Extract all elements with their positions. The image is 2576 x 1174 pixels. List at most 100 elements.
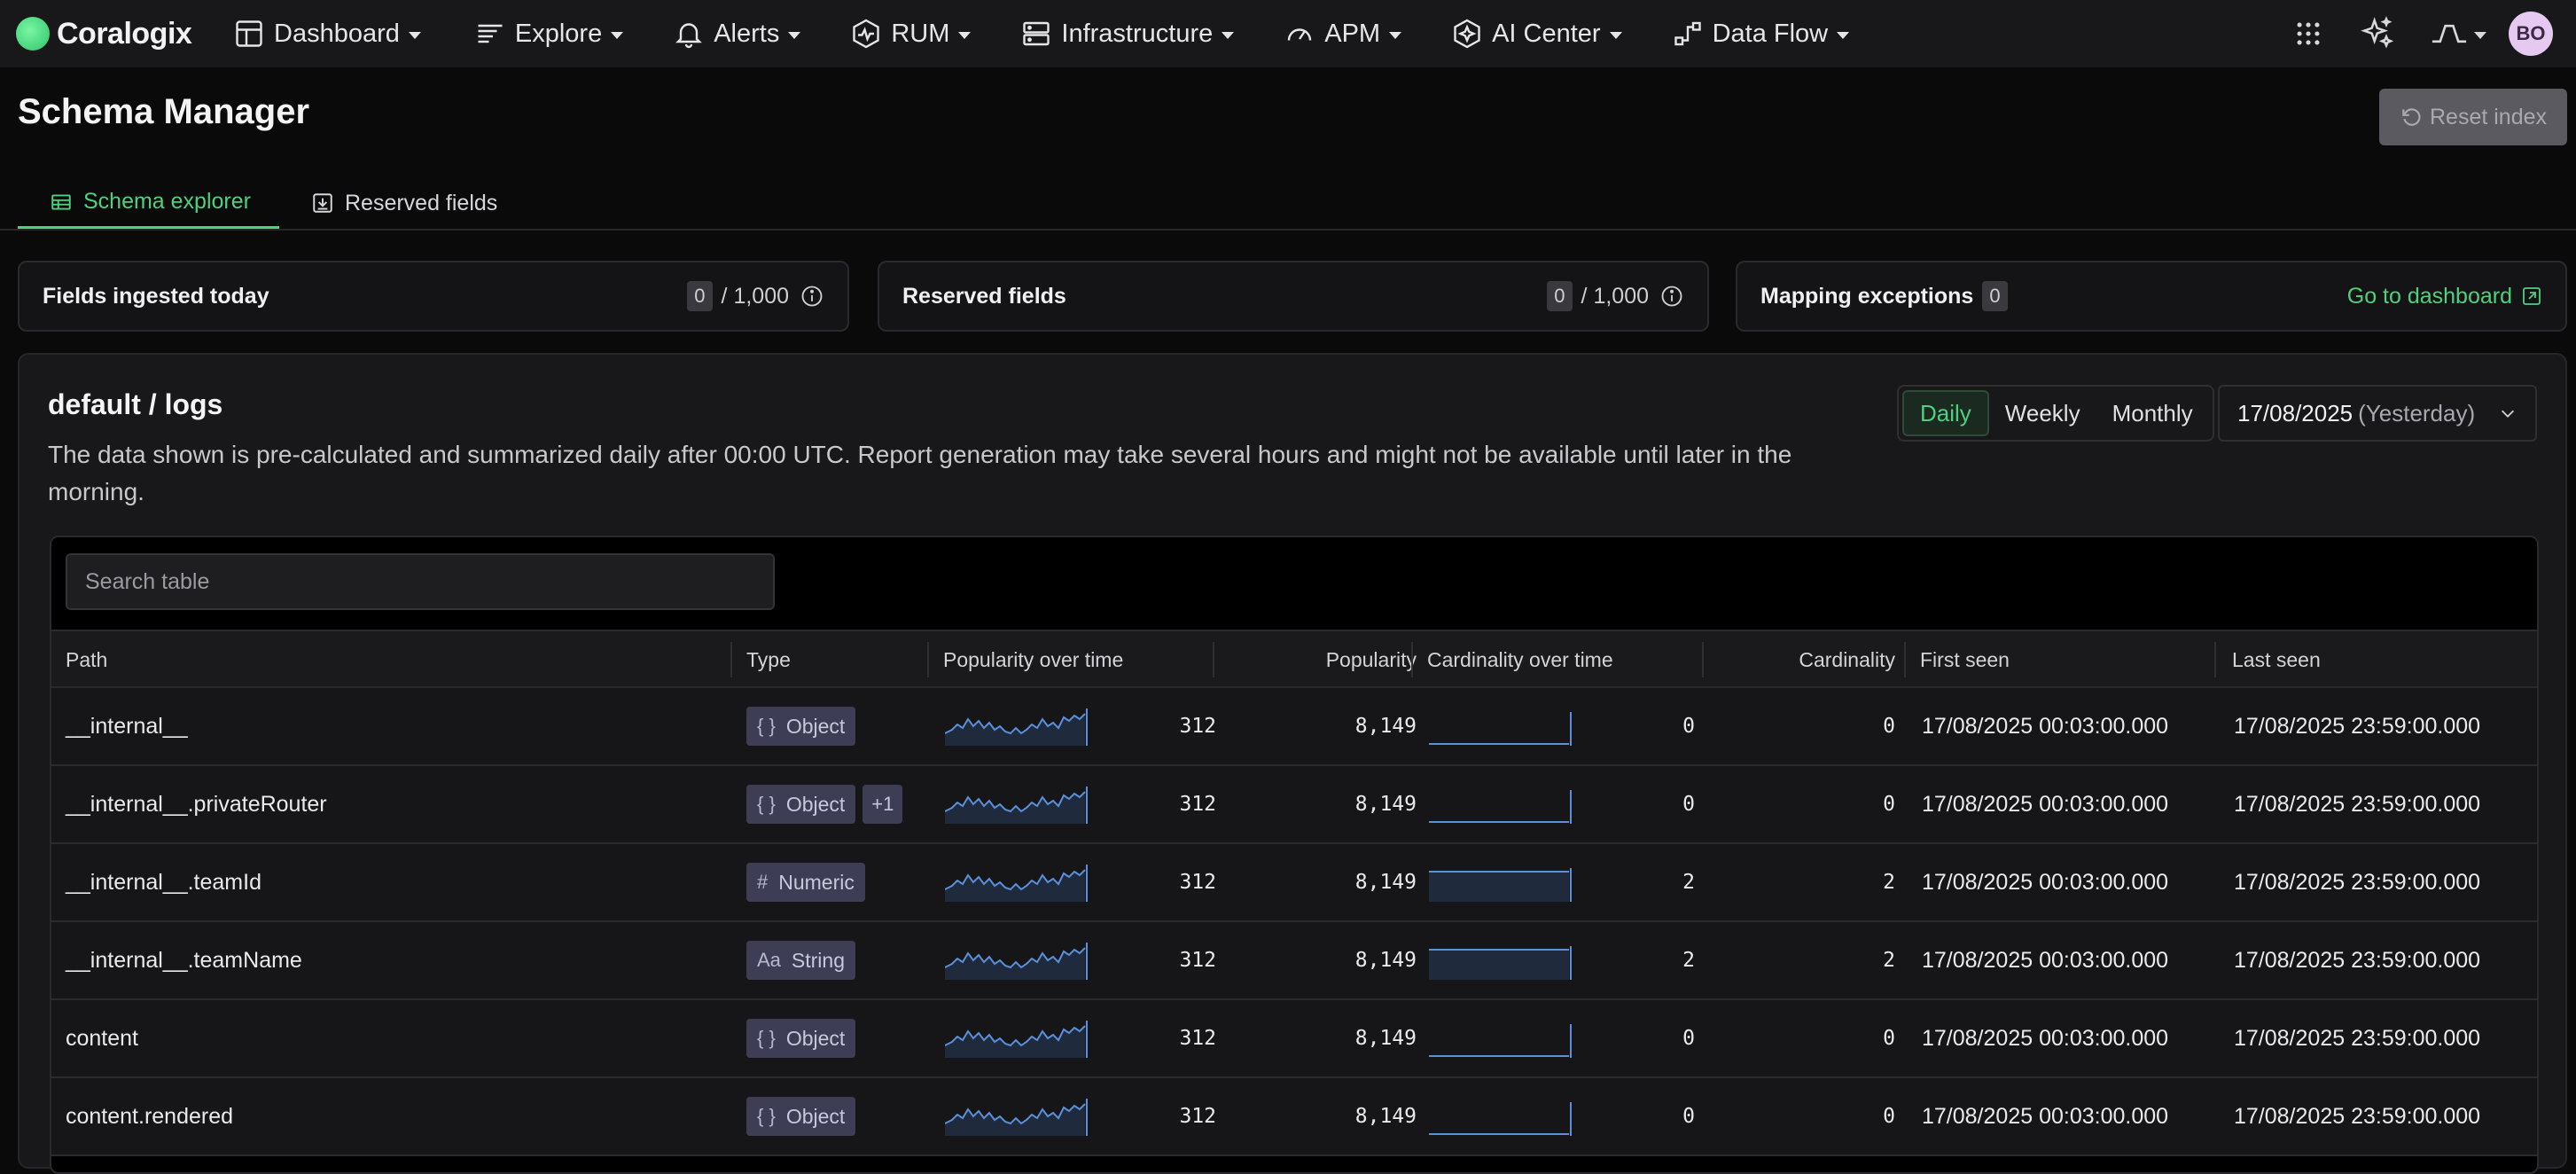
panel-description: The data shown is pre-calculated and sum…: [48, 441, 1792, 505]
bell-icon: [675, 23, 703, 49]
column-header-first-seen[interactable]: First seen: [1920, 631, 2010, 688]
reset-index-button[interactable]: Reset index: [2379, 89, 2567, 145]
stat-card-fields-ingested: Fields ingested today 0 / 1,000: [18, 261, 849, 332]
nav-item-infrastructure[interactable]: Infrastructure: [1020, 0, 1235, 67]
cell-path: __internal__: [66, 713, 188, 739]
info-icon[interactable]: [1659, 284, 1684, 309]
cell-type: { } Object: [746, 688, 856, 764]
cell-cardinality-spark-value: 0: [1682, 1105, 1695, 1128]
braces-icon: { }: [757, 1027, 776, 1049]
theme-switch-icon[interactable]: [2427, 14, 2489, 53]
cell-first-seen: 17/08/2025 00:03:00.000: [1922, 947, 2169, 973]
nav-item-data-flow[interactable]: Data Flow: [1672, 0, 1850, 67]
cell-cardinality-sparkline: [1429, 688, 1573, 764]
popularity-sparkline: [945, 708, 1088, 746]
column-divider[interactable]: [927, 642, 929, 677]
go-to-dashboard-link[interactable]: Go to dashboard: [2347, 284, 2542, 309]
column-header-cardinality-over-time[interactable]: Cardinality over time: [1427, 631, 1613, 688]
cell-last-seen: 17/08/2025 23:59:00.000: [2234, 869, 2481, 895]
tab-bar: Schema explorer Reserved fields: [18, 177, 526, 231]
count-badge: 0: [1982, 281, 2008, 311]
column-divider[interactable]: [1411, 642, 1413, 677]
cell-popularity: 8,149: [1354, 715, 1417, 738]
nav-item-alerts[interactable]: Alerts: [673, 0, 801, 67]
search-input[interactable]: [66, 553, 775, 610]
page-title: Schema Manager: [18, 92, 310, 131]
column-header-type[interactable]: Type: [746, 631, 791, 688]
cell-cardinality-sparkline: [1429, 1000, 1573, 1076]
download-box-icon: [313, 193, 332, 213]
nav-label: AI Center: [1492, 19, 1601, 48]
table-row[interactable]: content.rendered { } Object 312 8,149 0 0 17/08…: [51, 1078, 2537, 1156]
reset-index-label: Reset index: [2429, 104, 2548, 129]
cell-popularity-spark-value: 312: [1179, 871, 1216, 894]
nav-label: Data Flow: [1712, 19, 1829, 48]
table-body: __internal__ { } Object 312 8,149 0 0 17/08/202…: [51, 688, 2537, 1156]
nav-label: APM: [1324, 19, 1381, 48]
period-daily-button[interactable]: Daily: [1902, 390, 1989, 436]
cell-popularity-spark-value: 312: [1179, 1027, 1216, 1050]
cell-type: { } Object: [746, 1078, 856, 1154]
cell-popularity-sparkline: [945, 688, 1089, 764]
brand[interactable]: Coralogix: [16, 17, 233, 51]
column-header-popularity[interactable]: Popularity: [1230, 631, 1417, 688]
table-icon: [51, 193, 71, 210]
tab-reserved-fields[interactable]: Reserved fields: [279, 177, 526, 229]
schema-panel: default / logs The data shown is pre-cal…: [18, 353, 2567, 1174]
cell-popularity-spark-value: 312: [1179, 949, 1216, 972]
cell-type: # Numeric: [746, 844, 865, 920]
cell-cardinality-spark-value: 2: [1682, 871, 1695, 894]
stat-limit: / 1,000: [1581, 283, 1649, 309]
chevron-down-icon: [1389, 31, 1402, 39]
cell-popularity-sparkline: [945, 844, 1089, 920]
period-weekly-button[interactable]: Weekly: [1989, 390, 2096, 436]
column-header-path[interactable]: Path: [66, 631, 107, 688]
column-divider[interactable]: [2214, 642, 2216, 677]
date-value: 17/08/2025: [2237, 399, 2354, 427]
nav-item-rum[interactable]: RUM: [850, 0, 972, 67]
date-select[interactable]: 17/08/2025 (Yesterday): [2218, 385, 2537, 442]
type-badge: { } Object: [746, 785, 856, 824]
cell-cardinality-spark-value: 0: [1682, 1027, 1695, 1050]
column-header-cardinality[interactable]: Cardinality: [1718, 631, 1895, 688]
nav-item-apm[interactable]: APM: [1284, 0, 1402, 67]
column-divider[interactable]: [1702, 642, 1704, 677]
column-divider[interactable]: [730, 642, 732, 677]
info-icon[interactable]: [800, 284, 824, 309]
nav-item-explore[interactable]: Explore: [474, 0, 624, 67]
stat-card-reserved-fields: Reserved fields 0 / 1,000: [878, 261, 1709, 332]
stat-label: Mapping exceptions: [1760, 283, 1974, 309]
table-row[interactable]: content { } Object 312 8,149 0 0 17/08/2025 00:…: [51, 1000, 2537, 1078]
sparkles-icon[interactable]: [2358, 14, 2397, 53]
period-monthly-button[interactable]: Monthly: [2096, 390, 2209, 436]
cell-cardinality-sparkline: [1429, 844, 1573, 920]
cell-cardinality-spark-value: 0: [1682, 715, 1695, 738]
cell-popularity: 8,149: [1354, 871, 1417, 894]
column-header-popularity-over-time[interactable]: Popularity over time: [943, 631, 1123, 688]
period-toggle: Daily Weekly Monthly: [1897, 385, 2214, 442]
cardinality-sparkline: [1429, 1102, 1572, 1136]
table-row[interactable]: __internal__ { } Object 312 8,149 0 0 17/08/202…: [51, 688, 2537, 766]
table-row[interactable]: __internal__.teamName Aa String 312 8,149 2 2 1…: [51, 922, 2537, 1000]
date-note: (Yesterday): [2358, 399, 2476, 427]
table-row[interactable]: __internal__.teamId # Numeric 312 8,149 2 2 17/…: [51, 844, 2537, 922]
cell-cardinality: 0: [1883, 1027, 1895, 1050]
column-header-last-seen[interactable]: Last seen: [2232, 631, 2321, 688]
table-search-bar: [51, 537, 2537, 630]
nav-item-dashboard[interactable]: Dashboard: [233, 0, 421, 67]
avatar[interactable]: BO: [2509, 12, 2553, 56]
dashboard-icon: [236, 20, 262, 47]
braces-icon: { }: [757, 793, 776, 815]
tab-schema-explorer[interactable]: Schema explorer: [18, 177, 279, 229]
extra-types-badge[interactable]: +1: [863, 785, 903, 824]
nav-item-ai-center[interactable]: AI Center: [1451, 0, 1622, 67]
column-divider[interactable]: [1213, 642, 1214, 677]
apps-grid-icon[interactable]: [2289, 14, 2328, 53]
column-divider[interactable]: [1904, 642, 1906, 677]
table-row[interactable]: __internal__.privateRouter { } Object +1 312…: [51, 766, 2537, 844]
cell-cardinality-spark-value: 0: [1682, 793, 1695, 816]
cell-cardinality-sparkline: [1429, 1078, 1573, 1154]
brand-name: Coralogix: [57, 16, 192, 51]
cell-cardinality: 0: [1883, 715, 1895, 738]
type-badge: # Numeric: [746, 863, 865, 902]
